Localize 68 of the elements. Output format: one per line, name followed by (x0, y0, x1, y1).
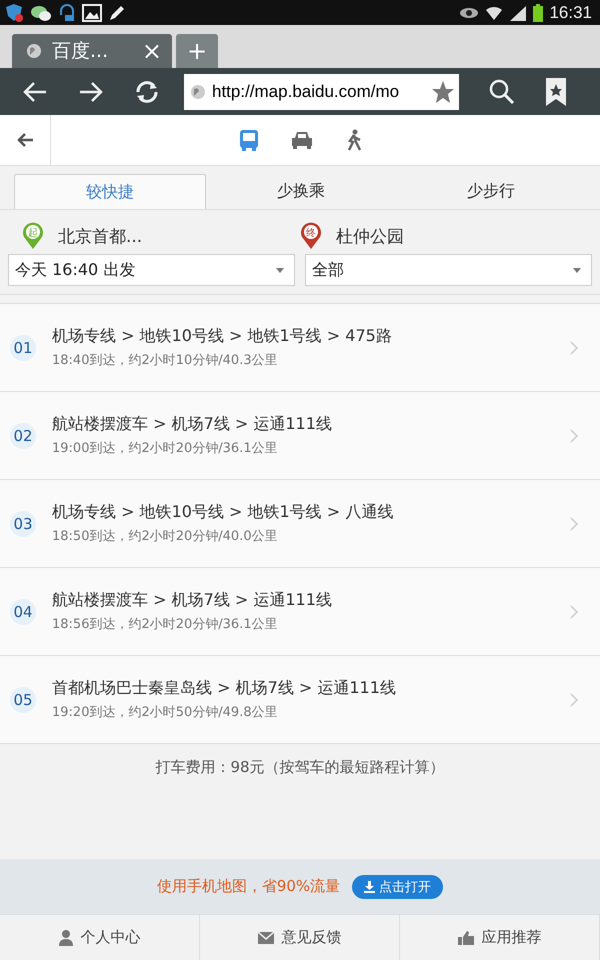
download-icon (364, 880, 376, 892)
chevron-right-icon (570, 428, 578, 442)
route-type-select[interactable]: 全部 (305, 254, 592, 286)
route-item[interactable]: 01 机场专线 > 地铁10号线 > 地铁1号线 > 475路 18:40到达，约2小时10分钟/40.3公里 (0, 304, 600, 392)
dropdown-arrow-icon (573, 268, 581, 272)
start-pin-icon: 起 (22, 222, 44, 250)
route-number: 05 (10, 686, 36, 712)
route-tab[interactable]: 少步行 (396, 174, 586, 209)
chevron-right-icon (570, 604, 578, 618)
route-lines: 航站楼摆渡车 > 机场7线 > 运通111线 (52, 590, 333, 611)
route-lines: 机场专线 > 地铁10号线 > 地铁1号线 > 八通线 (52, 502, 394, 523)
star-icon[interactable] (431, 80, 455, 104)
route-lines: 机场专线 > 地铁10号线 > 地铁1号线 > 475路 (52, 326, 393, 347)
eye-icon (459, 6, 480, 20)
route-lines: 航站楼摆渡车 > 机场7线 > 运通111线 (52, 414, 333, 435)
route-number: 02 (10, 422, 36, 448)
back-icon[interactable] (16, 132, 34, 148)
chat-icon (30, 4, 52, 22)
taxi-fare-note: 打车费用：98元（按驾车的最短路程计算） (154, 757, 446, 777)
departure-time-select[interactable]: 今天 16:40 出发 (8, 254, 295, 286)
shield-icon (4, 4, 24, 22)
url-field[interactable]: http://map.baidu.com/mo (184, 74, 459, 110)
route-item[interactable]: 04 航站楼摆渡车 > 机场7线 > 运通111线 18:56到达，约2小时20分钟/36.1公里 (0, 568, 600, 656)
status-time: 16:31 (549, 2, 592, 22)
forward-icon[interactable] (78, 80, 104, 102)
route-detail: 18:56到达，约2小时20分钟/36.1公里 (52, 616, 279, 633)
route-detail: 19:20到达，约2小时50分钟/49.8公里 (52, 704, 279, 721)
chevron-right-icon (570, 340, 578, 354)
route-item[interactable]: 02 航站楼摆渡车 > 机场7线 > 运通111线 19:00到达，约2小时20分钟/36.1公里 (0, 392, 600, 480)
route-tab[interactable]: 少换乘 (206, 174, 396, 209)
route-number: 01 (10, 334, 36, 360)
person-icon (58, 930, 72, 946)
dropdown-arrow-icon (276, 268, 284, 272)
image-icon (82, 4, 102, 22)
battery-icon (533, 4, 544, 22)
refresh-icon[interactable] (134, 80, 160, 104)
wifi-icon (485, 4, 504, 20)
mail-icon (258, 932, 274, 944)
route-number: 03 (10, 510, 36, 536)
close-tab-button[interactable]: × (142, 37, 162, 65)
route-item[interactable]: 05 首都机场巴士秦皇岛线 > 机场7线 > 运通111线 19:20到达，约2小时50分钟/49.8公里 (0, 656, 600, 744)
route-number: 04 (10, 598, 36, 624)
start-location: 北京首都... (58, 226, 142, 248)
end-location: 杜仲公园 (336, 226, 404, 248)
nav-item[interactable]: 意见反馈 (200, 915, 400, 960)
route-detail: 18:40到达，约2小时10分钟/40.3公里 (52, 352, 279, 369)
open-app-button[interactable]: 点击打开 (352, 874, 444, 898)
route-detail: 18:50到达，约2小时20分钟/40.0公里 (52, 528, 279, 545)
bus-icon[interactable] (238, 129, 258, 151)
route-tab[interactable]: 较快捷 (14, 174, 206, 209)
tab-title: 百度... (52, 39, 110, 64)
thumbs-up-icon (458, 930, 474, 944)
browser-tab[interactable]: 百度... × (12, 34, 172, 68)
new-tab-button[interactable]: + (176, 34, 218, 68)
pencil-icon (108, 4, 126, 22)
route-lines: 首都机场巴士秦皇岛线 > 机场7线 > 运通111线 (52, 678, 397, 699)
chevron-right-icon (570, 516, 578, 530)
chevron-right-icon (570, 692, 578, 706)
nav-item[interactable]: 个人中心 (0, 915, 200, 960)
route-item[interactable]: 03 机场专线 > 地铁10号线 > 地铁1号线 > 八通线 18:50到达，约2小时20分钟/40.0公里 (0, 480, 600, 568)
banner-text: 使用手机地图，省90%流量 (156, 877, 340, 896)
signal-icon (509, 4, 528, 20)
search-icon[interactable] (489, 78, 515, 104)
end-pin-icon: 终 (300, 222, 322, 250)
nav-item[interactable]: 应用推荐 (400, 915, 600, 960)
car-icon[interactable] (290, 130, 312, 150)
bookmark-icon[interactable] (545, 78, 567, 106)
route-detail: 19:00到达，约2小时20分钟/36.1公里 (52, 440, 279, 457)
